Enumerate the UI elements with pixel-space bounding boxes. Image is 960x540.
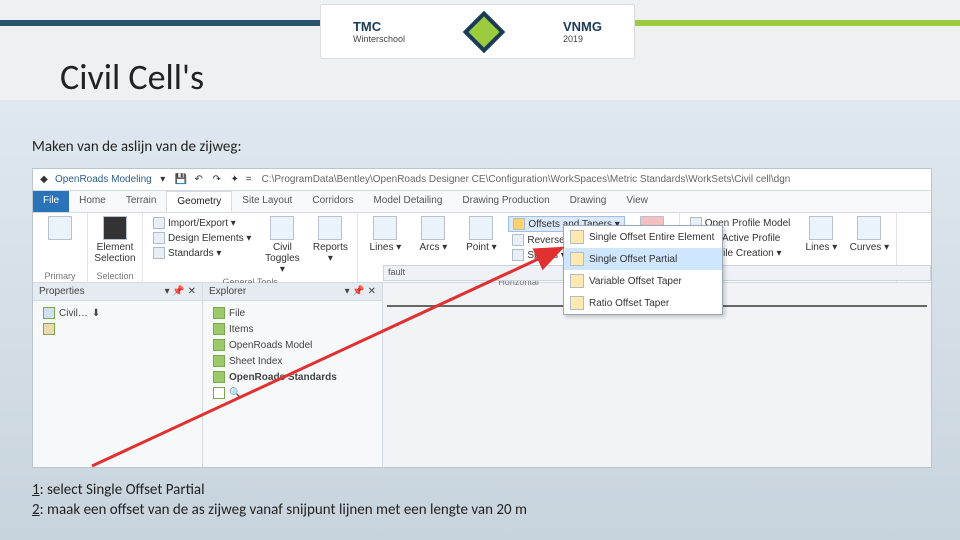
import-icon [153,217,165,229]
tab-drawing-production[interactable]: Drawing Production [452,191,559,212]
explorer-node-openroads-model[interactable]: OpenRoads Model [209,337,376,353]
explorer-node-file[interactable]: File [209,305,376,321]
civil-toggles-btn[interactable]: Civil Toggles ▾ [261,216,303,275]
reports-btn[interactable]: Reports ▾ [309,216,351,264]
step2-text: : maak een offset van de as zijweg vanaf… [40,501,527,519]
tab-file[interactable]: File [33,191,69,212]
diamond-icon [463,10,505,52]
logo-block: TMC Winterschool VNMG 2019 [320,4,635,59]
pointer-icon[interactable]: ✦ [228,173,242,187]
step1-num: 1 [32,481,40,499]
explorer-panel: Explorer ▾ 📌 ✕ File Items OpenRoads Mode… [203,283,383,467]
explorer-search[interactable]: 🔍 [209,385,376,401]
panel-controls[interactable]: ▾ 📌 ✕ [165,286,196,297]
cursor-icon [103,216,127,240]
vline-icon [809,216,833,240]
offset-icon [513,218,525,230]
vcurve-icon [857,216,881,240]
offset-entire-icon [570,230,584,244]
element-selection-btn[interactable]: Element Selection [94,216,136,264]
properties-item[interactable]: Civil… ⬇ [39,305,196,321]
standards-node-icon [213,371,225,383]
ribbon-tabs: File Home Terrain Geometry Site Layout C… [33,191,931,213]
tab-home[interactable]: Home [69,191,116,212]
instructions: 1: select Single Offset Partial 2: maak … [32,480,527,521]
attach-icon [48,216,72,240]
arcs-btn[interactable]: Arcs ▾ [412,216,454,253]
panel-controls[interactable]: ▾ 📌 ✕ [345,286,376,297]
import-export-btn[interactable]: Import/Export ▾ [149,216,255,230]
tab-site-layout[interactable]: Site Layout [232,191,302,212]
model-icon [213,339,225,351]
properties-panel: Properties ▾ 📌 ✕ Civil… ⬇ [33,283,203,467]
group-primary: Primary [33,213,88,282]
properties-toolbar[interactable] [39,321,196,337]
dropdown-item-ratio-offset-taper[interactable]: Ratio Offset Taper [564,292,722,314]
offsets-dropdown: Single Offset Entire Element Single Offs… [563,225,723,315]
search-icon [213,387,225,399]
lines-btn[interactable]: Lines ▾ [364,216,406,253]
dropdown-item-variable-offset-taper[interactable]: Variable Offset Taper [564,270,722,292]
explorer-node-sheet-index[interactable]: Sheet Index [209,353,376,369]
explorer-node-items[interactable]: Items [209,321,376,337]
civil-icon [43,307,55,319]
explorer-header: Explorer ▾ 📌 ✕ [203,283,382,301]
app-titlebar: ◆ OpenRoads Modeling ▾ 💾 ↶ ↷ ✦ = C:\Prog… [33,169,931,191]
point-btn[interactable]: Point ▾ [460,216,502,253]
tmc-logo: TMC Winterschool [353,19,405,44]
v-lines-btn[interactable]: Lines ▾ [800,216,842,253]
tab-drawing[interactable]: Drawing [560,191,617,212]
vnmg-logo: VNMG 2019 [563,19,602,44]
tab-model-detailing[interactable]: Model Detailing [363,191,452,212]
reports-icon [318,216,342,240]
slide-subtitle: Maken van de aslijn van de zijweg: [32,138,241,156]
design-icon [153,232,165,244]
spiral-icon [512,249,524,261]
brush-icon [43,323,55,335]
line-icon [373,216,397,240]
items-icon [213,323,225,335]
point-icon [469,216,493,240]
group-selection: Element Selection Selection [88,213,143,282]
dropdown-item-single-offset-partial[interactable]: Single Offset Partial [564,248,722,270]
app-icon: ◆ [37,173,51,187]
properties-header: Properties ▾ 📌 ✕ [33,283,202,301]
tab-view[interactable]: View [616,191,658,212]
step1-text: : select Single Offset Partial [40,481,205,499]
offset-partial-icon [570,252,584,266]
tab-terrain[interactable]: Terrain [116,191,167,212]
explorer-node-standards[interactable]: OpenRoads Standards [209,369,376,385]
dropdown-icon[interactable]: ▾ [156,173,170,187]
v-curves-btn[interactable]: Curves ▾ [848,216,890,253]
file-icon [213,307,225,319]
step2-num: 2 [32,501,40,519]
app-window: ◆ OpenRoads Modeling ▾ 💾 ↶ ↷ ✦ = C:\Prog… [32,168,932,468]
redo-icon[interactable]: ↷ [210,173,224,187]
sheet-icon [213,355,225,367]
tab-geometry[interactable]: Geometry [166,191,232,212]
primary-btn[interactable] [39,216,81,242]
dropdown-item-single-offset-entire[interactable]: Single Offset Entire Element [564,226,722,248]
standards-icon [153,247,165,259]
standards-btn[interactable]: Standards ▾ [149,246,255,260]
file-path: C:\ProgramData\Bentley\OpenRoads Designe… [262,174,791,185]
ratio-taper-icon [570,296,584,310]
page-title: Civil Cell's [60,55,204,99]
arc-icon [421,216,445,240]
save-icon[interactable]: 💾 [174,173,188,187]
group-general-tools: Import/Export ▾ Design Elements ▾ Standa… [143,213,358,282]
tab-corridors[interactable]: Corridors [302,191,363,212]
variable-taper-icon [570,274,584,288]
design-elements-btn[interactable]: Design Elements ▾ [149,231,255,245]
toggles-icon [270,216,294,240]
reverse-icon [512,234,524,246]
workflow-selector[interactable]: OpenRoads Modeling [55,174,152,185]
undo-icon[interactable]: ↶ [192,173,206,187]
